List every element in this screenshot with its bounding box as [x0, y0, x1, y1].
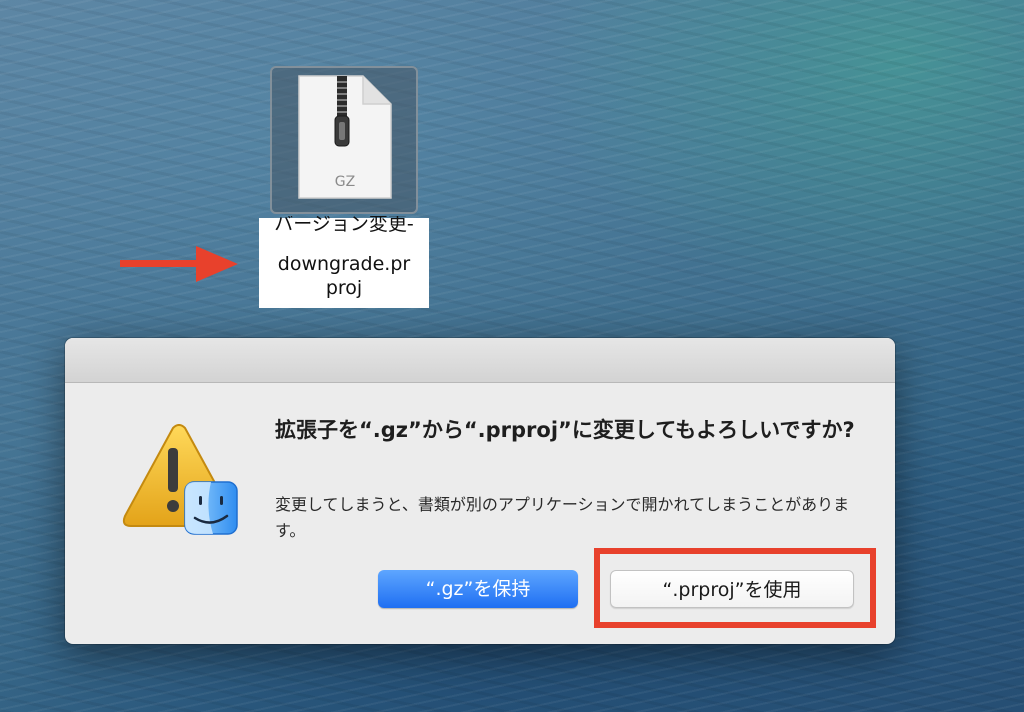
file-name-line-1: バージョン変更-: [274, 216, 414, 235]
file-type-label: GZ: [335, 174, 355, 190]
gz-file-icon[interactable]: GZ: [270, 66, 418, 214]
dialog-title: 拡張子を“.gz”から“.prproj”に変更してもよろしいですか?: [275, 418, 855, 442]
dialog-titlebar[interactable]: [65, 338, 895, 383]
warning-icon: [122, 424, 238, 535]
rename-extension-dialog: 拡張子を“.gz”から“.prproj”に変更してもよろしいですか? 変更してし…: [65, 338, 895, 644]
zip-archive-icon: GZ: [298, 75, 392, 199]
file-name-line-2: downgrade.pr: [277, 253, 411, 275]
file-name-line-3: proj: [325, 277, 363, 299]
keep-gz-button[interactable]: “.gz”を保持: [378, 570, 578, 608]
dialog-message: 変更してしまうと、書類が別のアプリケーションで開かれてしまうことがあります。: [275, 495, 850, 540]
finder-icon: [184, 481, 238, 535]
use-prproj-button[interactable]: “.prproj”を使用: [610, 570, 854, 608]
red-arrow-annotation: [120, 246, 238, 282]
file-name-label[interactable]: バージョン変更- downgrade.pr proj: [259, 216, 429, 308]
